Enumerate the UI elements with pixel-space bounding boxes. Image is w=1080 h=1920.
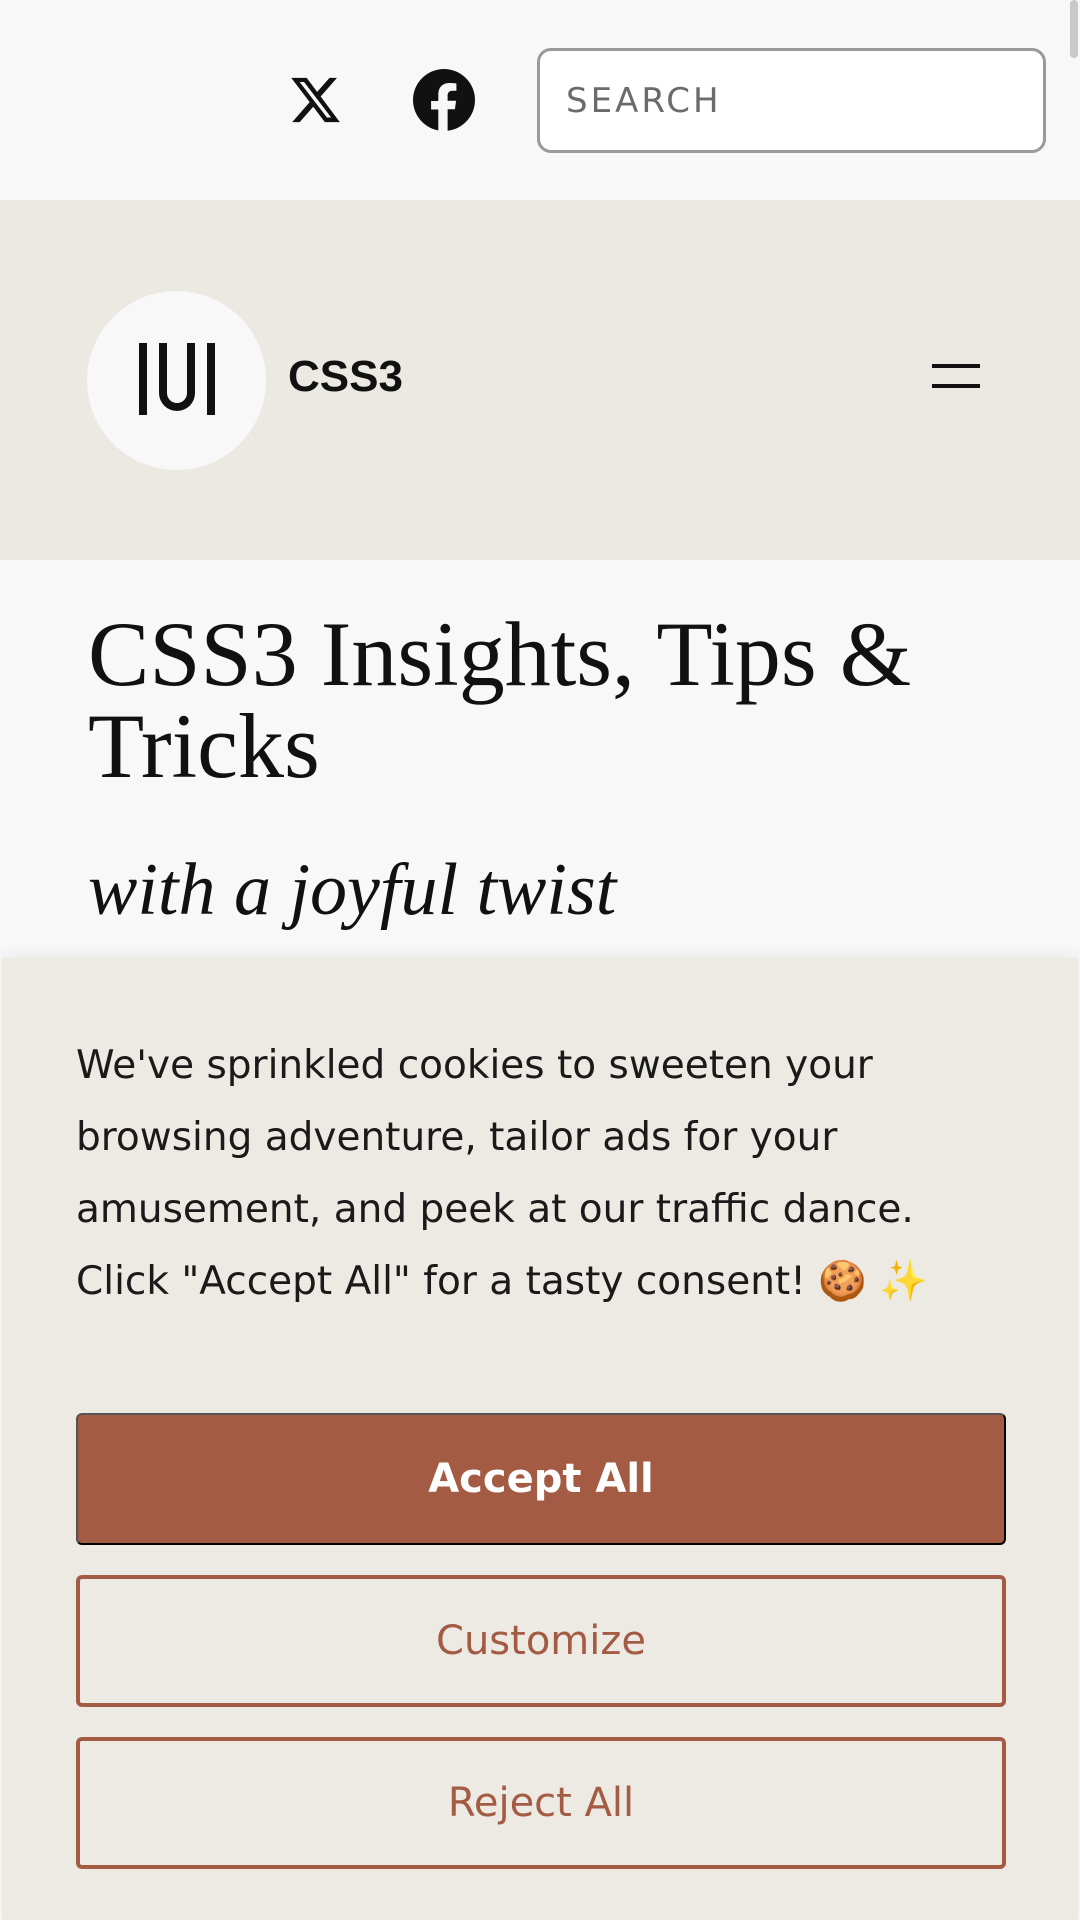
facebook-icon	[413, 69, 475, 135]
accept-all-button[interactable]: Accept All	[76, 1413, 1006, 1545]
x-social-link[interactable]	[284, 70, 348, 134]
customize-button[interactable]: Customize	[76, 1575, 1006, 1707]
x-icon	[288, 72, 344, 132]
page-subtitle: with a joyful twist	[88, 849, 617, 931]
search-box[interactable]	[537, 48, 1046, 153]
site-logo[interactable]	[87, 291, 266, 470]
facebook-social-link[interactable]	[412, 69, 476, 135]
hamburger-menu-icon	[928, 364, 984, 399]
site-name-link[interactable]: CSS3	[288, 352, 403, 402]
scrollbar-thumb[interactable]	[1070, 0, 1078, 58]
cookie-message: We've sprinkled cookies to sweeten your …	[76, 1043, 928, 1304]
menu-button[interactable]	[928, 356, 984, 396]
reject-all-button[interactable]: Reject All	[76, 1737, 1006, 1869]
top-bar	[0, 0, 1080, 200]
search-input[interactable]	[540, 51, 1043, 150]
site-header: CSS3	[0, 200, 1080, 560]
cookie-banner: We've sprinkled cookies to sweeten your …	[2, 958, 1078, 1920]
page-title: CSS3 Insights, Tips & Tricks	[88, 603, 912, 797]
iui-logo-icon	[137, 341, 217, 421]
